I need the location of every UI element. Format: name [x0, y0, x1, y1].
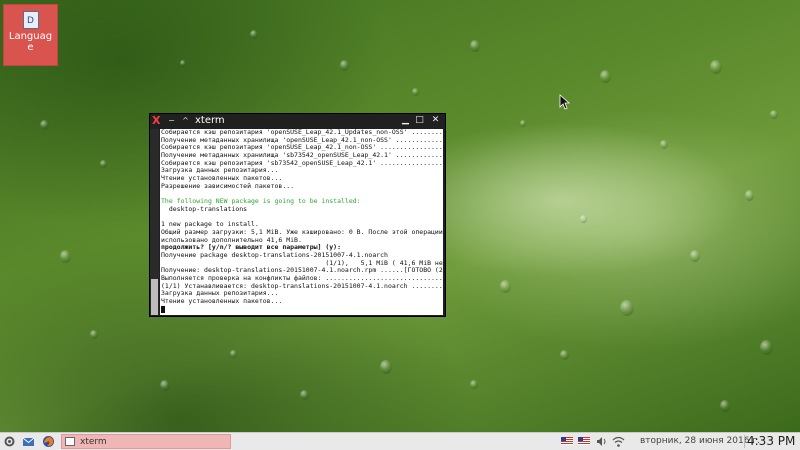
keyboard-layout-flag-icon[interactable] [561, 437, 573, 445]
raindrop [340, 60, 349, 71]
language-desktop-icon[interactable]: D Language [3, 4, 58, 66]
firefox-icon[interactable] [42, 435, 55, 448]
mouse-pointer-icon [559, 94, 571, 110]
raindrop [230, 350, 237, 358]
desktop: D Language X − ^ xterm ▁ □ ✕ Собирается … [0, 0, 800, 432]
terminal-icon [65, 437, 75, 446]
xterm-window[interactable]: X − ^ xterm ▁ □ ✕ Собирается кэш репозит… [149, 113, 446, 317]
raindrop [100, 160, 107, 168]
raindrop [90, 330, 98, 339]
window-shade-button[interactable]: ^ [180, 115, 191, 126]
raindrop [40, 120, 49, 130]
scrollbar-thumb[interactable] [151, 279, 158, 315]
terminal-prompt-line[interactable] [161, 305, 443, 314]
raindrop [500, 280, 511, 293]
terminal-lines: Собирается кэш репозитария 'openSUSE_Lea… [161, 129, 443, 314]
raindrop [690, 250, 700, 262]
raindrop [660, 140, 668, 149]
raindrop [300, 390, 309, 400]
language-icon: D [22, 11, 39, 29]
raindrop [160, 380, 170, 391]
terminal-output[interactable]: Собирается кэш репозитария 'openSUSE_Lea… [160, 129, 443, 315]
raindrop [380, 360, 392, 374]
raindrop [760, 340, 773, 355]
terminal-scrollbar[interactable] [150, 129, 159, 315]
raindrop [620, 300, 634, 316]
window-titlebar[interactable]: X − ^ xterm ▁ □ ✕ [150, 114, 445, 128]
taskbar: xterm вторник, 28 июня 2016 г. 4:33 PM [0, 432, 800, 450]
maximize-button[interactable]: □ [414, 115, 425, 126]
minimize-button[interactable]: ▁ [400, 115, 411, 126]
language-icon-label: Language [8, 31, 53, 53]
window-menu-button[interactable]: − [166, 115, 177, 126]
raindrop [180, 60, 186, 67]
window-title: xterm [195, 115, 225, 126]
network-wifi-icon[interactable] [612, 435, 625, 448]
raindrop [710, 60, 722, 74]
terminal-line: desktop-translations [161, 204, 248, 213]
terminal-line: Разрешение зависимостей пакетов... [161, 181, 295, 190]
divider [744, 435, 745, 448]
volume-icon[interactable] [595, 435, 608, 448]
raindrop [470, 40, 480, 52]
raindrop [412, 88, 419, 96]
raindrop [560, 350, 569, 360]
raindrop [60, 250, 71, 263]
clock-time[interactable]: 4:33 PM [747, 433, 795, 449]
raindrop [600, 70, 611, 83]
raindrop [580, 215, 587, 223]
text-cursor [161, 305, 165, 313]
terminal-line: Чтение установленных пакетов... [161, 297, 283, 306]
raindrop [745, 190, 754, 201]
raindrop [720, 400, 730, 412]
close-button[interactable]: ✕ [430, 115, 441, 126]
x-logo-icon[interactable]: X [152, 115, 163, 127]
raindrop [470, 380, 478, 389]
mail-icon[interactable] [22, 435, 35, 448]
raindrop [520, 120, 526, 127]
date-label: вторник, 28 июня 2016 г. [640, 436, 760, 446]
raindrop [250, 30, 258, 39]
taskbar-item-xterm[interactable]: xterm [61, 434, 231, 449]
start-menu-gear-icon[interactable] [3, 435, 16, 448]
raindrop [770, 110, 778, 119]
taskbar-item-label: xterm [80, 437, 107, 447]
language-flag-icon[interactable] [578, 437, 590, 445]
